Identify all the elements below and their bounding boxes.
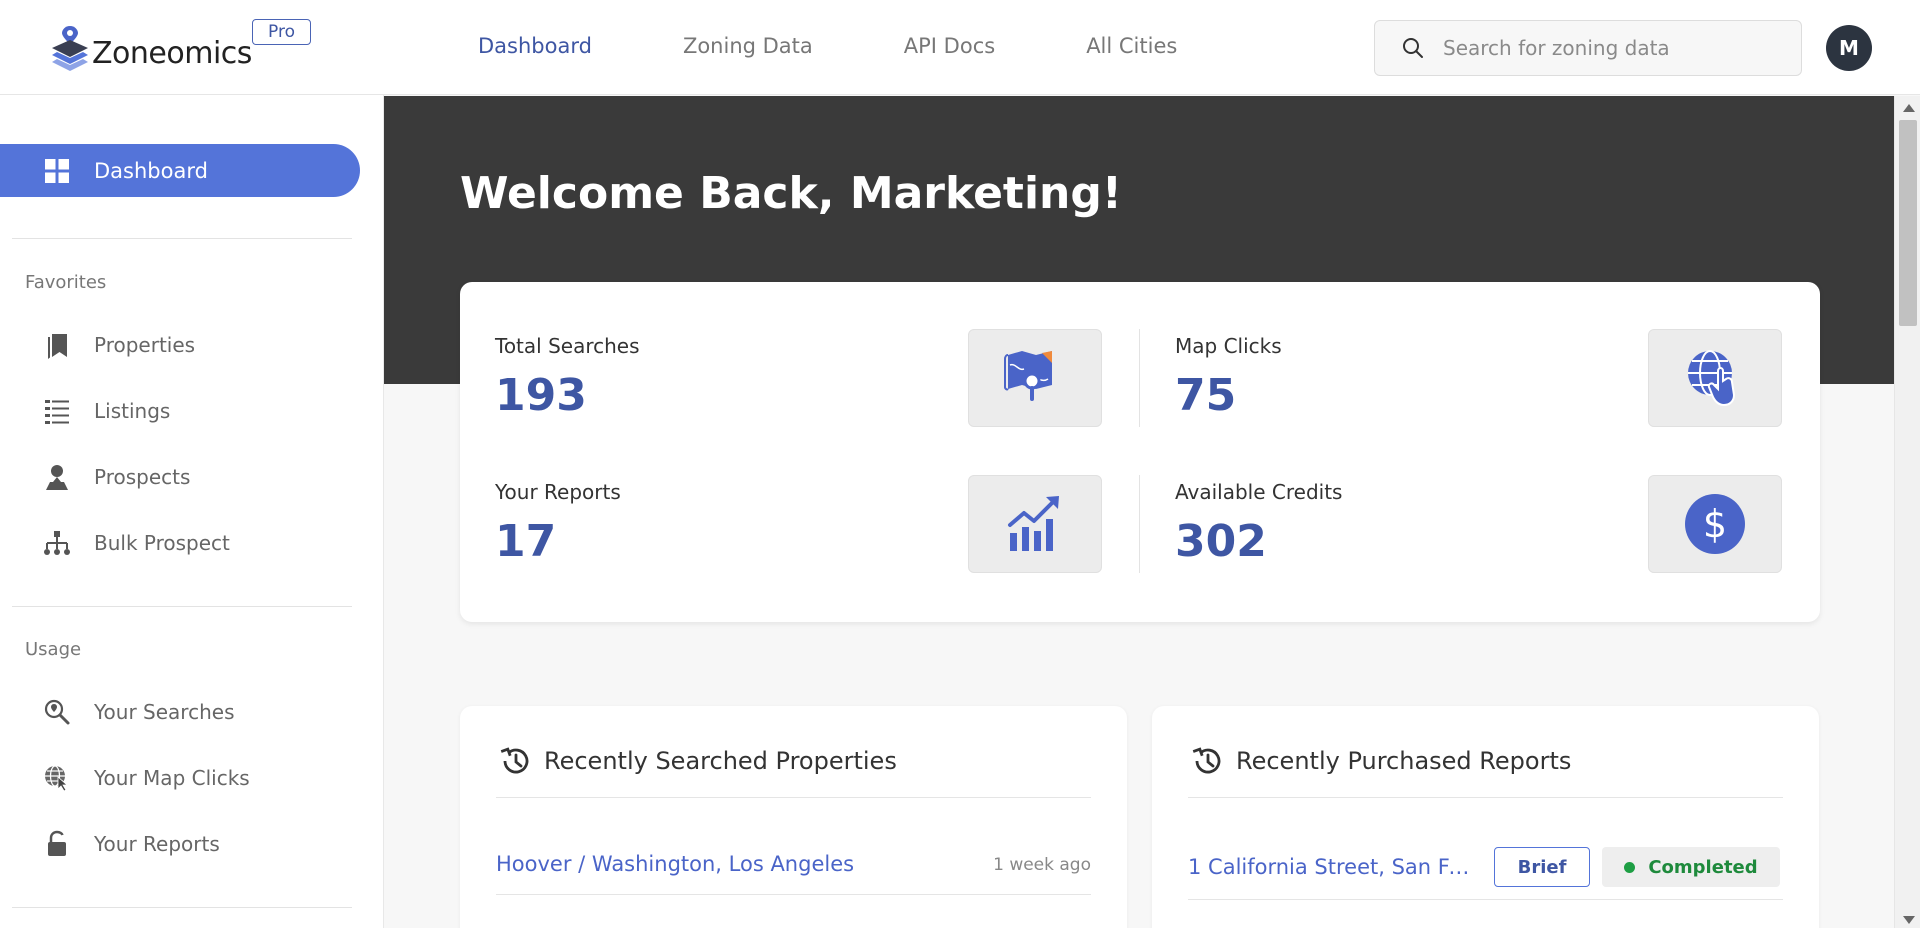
plan-badge: Pro <box>252 19 311 45</box>
stat-value-available-credits: 302 <box>1175 516 1267 567</box>
dashboard-grid-icon <box>45 158 69 183</box>
recent-search-link[interactable]: Hoover / Washington, Los Angeles <box>496 852 886 876</box>
nav-all-cities[interactable]: All Cities <box>1086 34 1177 58</box>
stat-icon-box: $ <box>1648 475 1782 573</box>
bookmark-icon <box>48 334 67 359</box>
nav-zoning-data[interactable]: Zoning Data <box>683 34 813 58</box>
sidebar-item-prospects[interactable]: Prospects <box>42 462 190 492</box>
divider <box>12 606 352 607</box>
list-icon <box>45 400 69 424</box>
panel-title-text: Recently Searched Properties <box>544 747 897 775</box>
sidebar-item-bulk-prospect[interactable]: Bulk Prospect <box>42 528 230 558</box>
divider <box>496 894 1091 895</box>
stats-card: Total Searches 193 Map Clicks 75 Your Re… <box>460 282 1820 622</box>
stat-value-map-clicks: 75 <box>1175 370 1237 421</box>
sidebar: Dashboard Favorites Properties Listings … <box>0 95 384 928</box>
scroll-up-arrow-icon[interactable] <box>1903 104 1915 112</box>
globe-click-icon <box>45 765 69 792</box>
dollar-icon: $ <box>1685 494 1745 554</box>
stat-value-your-reports: 17 <box>495 516 557 567</box>
recent-reports-panel: Recently Purchased Reports 1 California … <box>1152 706 1819 928</box>
sidebar-item-listings[interactable]: Listings <box>42 396 170 426</box>
sidebar-item-label: Properties <box>94 333 196 357</box>
growth-chart-icon <box>1008 496 1059 551</box>
divider <box>1188 899 1783 900</box>
sidebar-item-properties[interactable]: Properties <box>42 330 195 360</box>
sidebar-item-label: Bulk Prospect <box>94 531 230 555</box>
person-pin-icon <box>46 465 68 490</box>
search-icon <box>1403 38 1423 58</box>
section-usage: Usage <box>25 639 82 660</box>
sidebar-item-label: Your Map Clicks <box>94 766 250 790</box>
divider <box>12 238 352 239</box>
lock-icon <box>48 830 66 856</box>
sidebar-item-your-searches[interactable]: Your Searches <box>42 697 235 727</box>
status-text: Completed <box>1648 856 1758 878</box>
logo-icon <box>52 26 88 71</box>
stat-label-your-reports: Your Reports <box>495 480 621 504</box>
divider <box>496 797 1091 798</box>
welcome-heading: Welcome Back, Marketing! <box>460 168 1122 219</box>
main-nav: Dashboard Zoning Data API Docs All Citie… <box>478 34 1268 58</box>
stat-icon-box <box>968 329 1102 427</box>
logo[interactable]: Zoneomics <box>50 24 252 74</box>
sidebar-item-your-map-clicks[interactable]: Your Map Clicks <box>42 763 250 793</box>
nav-dashboard[interactable]: Dashboard <box>478 34 592 58</box>
scroll-down-arrow-icon[interactable] <box>1903 916 1915 924</box>
stat-value-total-searches: 193 <box>495 370 587 421</box>
avatar[interactable]: M <box>1826 25 1872 71</box>
divider <box>1188 797 1783 798</box>
sidebar-item-label: Listings <box>94 399 171 423</box>
stat-icon-box <box>968 475 1102 573</box>
page-scrollbar[interactable] <box>1894 96 1920 928</box>
logo-text: Zoneomics <box>92 35 252 71</box>
history-icon <box>1192 747 1221 774</box>
stat-divider <box>1139 329 1140 427</box>
top-bar: Zoneomics Pro Dashboard Zoning Data API … <box>0 0 1920 95</box>
sidebar-item-label: Your Searches <box>94 700 235 724</box>
stat-divider <box>1139 475 1140 573</box>
stat-icon-box <box>1648 329 1782 427</box>
stat-label-total-searches: Total Searches <box>495 334 640 358</box>
panel-title: Recently Searched Properties <box>498 744 897 778</box>
recent-searches-panel: Recently Searched Properties Hoover / Wa… <box>460 706 1127 928</box>
search-input[interactable] <box>1443 36 1783 60</box>
hierarchy-icon <box>44 531 70 555</box>
scrollbar-thumb[interactable] <box>1899 120 1917 326</box>
stat-label-available-credits: Available Credits <box>1175 480 1343 504</box>
search-location-icon <box>44 699 70 725</box>
status-badge: Completed <box>1602 847 1780 887</box>
search-box[interactable] <box>1374 20 1802 76</box>
history-icon <box>500 747 529 774</box>
sidebar-item-label: Prospects <box>94 465 191 489</box>
recent-report-link[interactable]: 1 California Street, San Francisco <box>1188 855 1474 879</box>
sidebar-item-label: Dashboard <box>94 158 208 183</box>
divider <box>12 907 352 908</box>
recent-search-time: 1 week ago <box>993 855 1091 875</box>
sidebar-item-your-reports[interactable]: Your Reports <box>42 829 220 859</box>
map-search-icon <box>1004 351 1052 401</box>
status-dot <box>1624 861 1636 873</box>
sidebar-item-dashboard[interactable]: Dashboard <box>0 144 360 197</box>
sidebar-item-label: Your Reports <box>94 832 220 856</box>
report-type-badge: Brief <box>1494 847 1590 887</box>
nav-api-docs[interactable]: API Docs <box>904 34 995 58</box>
panel-title-text: Recently Purchased Reports <box>1236 747 1572 775</box>
globe-click-icon <box>1688 350 1736 407</box>
section-favorites: Favorites <box>25 272 107 293</box>
svg-text:$: $ <box>1703 502 1727 546</box>
panel-title: Recently Purchased Reports <box>1190 744 1571 778</box>
stat-label-map-clicks: Map Clicks <box>1175 334 1282 358</box>
